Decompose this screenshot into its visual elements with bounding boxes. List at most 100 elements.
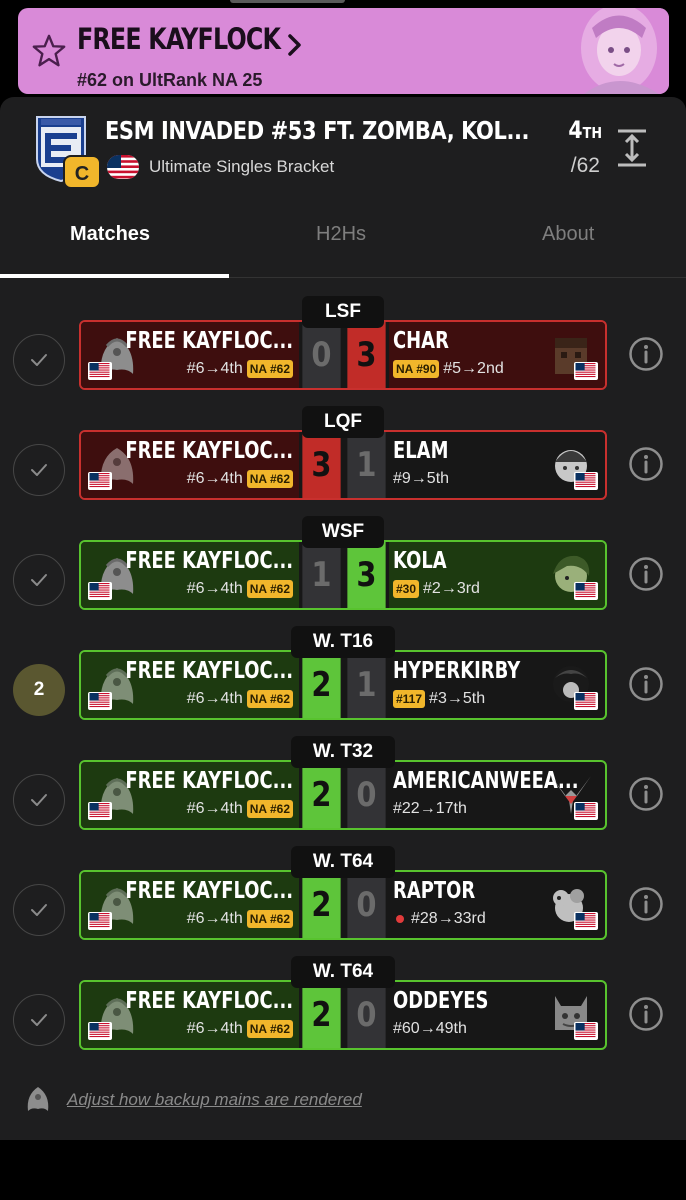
info-icon[interactable] — [628, 336, 664, 372]
info-icon[interactable] — [628, 996, 664, 1032]
round-label: LSF — [302, 296, 384, 328]
player-2-seed: #3→5th — [429, 690, 486, 707]
player-2-score: 3 — [347, 322, 386, 388]
player-2-seed: #2→3rd — [423, 580, 480, 597]
match-box[interactable]: FREE KAYFLOC... #6→4th NA #62 2 0 AMERICANWEE… — [79, 760, 607, 830]
player-2-slot[interactable]: AMERICANWEEA... #22→17th — [389, 762, 605, 828]
info-icon[interactable] — [628, 446, 664, 482]
player-2-slot[interactable]: RAPTOR #28→33rd — [389, 872, 605, 938]
us-flag-icon — [574, 802, 598, 820]
player-1-slot[interactable]: FREE KAYFLOC... #6→4th NA #62 — [81, 432, 299, 498]
expand-icon[interactable] — [615, 128, 649, 168]
rank-badge: #30 — [393, 580, 420, 598]
player-2-seed-row: #22→17th — [393, 800, 467, 818]
match-box[interactable]: FREE KAYFLOC... #6→4th NA #62 2 1 HYPERKIRBY #… — [79, 650, 607, 720]
player-2-seed: #9→5th — [393, 470, 450, 487]
player-2-slot[interactable]: CHAR NA #90 #5→2nd — [389, 322, 605, 388]
player-1-score: 2 — [302, 982, 341, 1048]
rank-badge: NA #62 — [246, 580, 293, 598]
player-2-name: KOLA — [393, 548, 447, 574]
player-1-score: 0 — [302, 322, 341, 388]
player-2-slot[interactable]: ELAM #9→5th — [389, 432, 605, 498]
player-1-seed: #6→4th — [186, 360, 243, 377]
us-flag-icon — [107, 155, 139, 179]
round-label: LQF — [302, 406, 384, 438]
character-silhouette-icon — [27, 1087, 49, 1111]
match-row[interactable]: LSF FREE KAYFLOC... #6→4th NA #62 0 3 CHAR NA #… — [0, 296, 686, 406]
match-box[interactable]: FREE KAYFLOC... #6→4th NA #62 1 3 KOLA #30 #2→3… — [79, 540, 607, 610]
player-1-seed-row: #6→4th NA #62 — [187, 690, 293, 708]
star-icon[interactable] — [30, 32, 68, 70]
event-subtitle: Ultimate Singles Bracket — [149, 157, 335, 176]
completed-check-icon — [13, 444, 65, 496]
player-1-slot[interactable]: FREE KAYFLOC... #6→4th NA #62 — [81, 982, 299, 1048]
player-1-name: FREE KAYFLOC... — [125, 328, 293, 354]
player-1-name: FREE KAYFLOC... — [125, 548, 293, 574]
info-icon[interactable] — [628, 776, 664, 812]
player-2-slot[interactable]: ODDEYES #60→49th — [389, 982, 605, 1048]
event-title: ESM INVADED #53 FT. ZOMBA, KOL... — [105, 116, 530, 145]
player-2-seed-row: #117 #3→5th — [393, 690, 485, 708]
round-label: WSF — [302, 516, 384, 548]
player-1-score: 3 — [302, 432, 341, 498]
player-1-slot[interactable]: FREE KAYFLOC... #6→4th NA #62 — [81, 652, 299, 718]
round-label: W. T16 — [291, 626, 395, 658]
player-1-seed: #6→4th — [186, 470, 243, 487]
player-2-seed-row: #60→49th — [393, 1020, 467, 1038]
placement: 4TH — [568, 116, 602, 144]
match-row[interactable]: 2 W. T16 FREE KAYFLOC... #6→4th NA #62 2 1 HYPE… — [0, 626, 686, 736]
match-row[interactable]: LQF FREE KAYFLOC... #6→4th NA #62 3 1 ELAM #9→5… — [0, 406, 686, 516]
player-2-seed: #22→17th — [393, 800, 467, 817]
player-1-seed-row: #6→4th NA #62 — [187, 1020, 293, 1038]
tier-badge: C — [63, 155, 101, 189]
player-2-seed-row: #30 #2→3rd — [393, 580, 480, 598]
info-icon[interactable] — [628, 556, 664, 592]
player-1-slot[interactable]: FREE KAYFLOC... #6→4th NA #62 — [81, 322, 299, 388]
player-1-slot[interactable]: FREE KAYFLOC... #6→4th NA #62 — [81, 542, 299, 608]
us-flag-icon — [574, 362, 598, 380]
player-2-seed: #60→49th — [393, 1020, 467, 1037]
player-banner[interactable]: FREE KAYFLOCK #62 on UltRank NA 25 — [18, 8, 669, 94]
player-1-seed: #6→4th — [186, 690, 243, 707]
player-2-score: 3 — [347, 542, 386, 608]
player-1-name: FREE KAYFLOC... — [125, 438, 293, 464]
match-box[interactable]: FREE KAYFLOC... #6→4th NA #62 2 0 RAPTOR #28→3… — [79, 870, 607, 940]
player-1-score: 2 — [302, 762, 341, 828]
player-1-slot[interactable]: FREE KAYFLOC... #6→4th NA #62 — [81, 762, 299, 828]
player-2-slot[interactable]: HYPERKIRBY #117 #3→5th — [389, 652, 605, 718]
us-flag-icon — [88, 362, 112, 380]
match-number-badge: 2 — [13, 664, 65, 716]
player-1-seed: #6→4th — [186, 580, 243, 597]
player-2-name: ELAM — [393, 438, 449, 464]
info-icon[interactable] — [628, 886, 664, 922]
info-icon[interactable] — [628, 666, 664, 702]
us-flag-icon — [88, 582, 112, 600]
tab-about[interactable]: About — [542, 223, 594, 246]
status-dot — [396, 915, 404, 923]
round-label: W. T64 — [291, 956, 395, 988]
us-flag-icon — [574, 692, 598, 710]
player-2-seed-row: #28→33rd — [393, 910, 486, 928]
player-2-slot[interactable]: KOLA #30 #2→3rd — [389, 542, 605, 608]
rank-badge: NA #90 — [393, 360, 440, 378]
backup-mains-link[interactable]: Adjust how backup mains are rendered — [67, 1090, 362, 1110]
player-1-seed-row: #6→4th NA #62 — [187, 800, 293, 818]
player-2-name: RAPTOR — [393, 878, 476, 904]
match-row[interactable]: W. T32 FREE KAYFLOC... #6→4th NA #62 2 0 AMERI… — [0, 736, 686, 846]
chevron-right-icon[interactable] — [284, 30, 306, 60]
player-1-slot[interactable]: FREE KAYFLOC... #6→4th NA #62 — [81, 872, 299, 938]
match-row[interactable]: W. T64 FREE KAYFLOC... #6→4th NA #62 2 0 ODDEY… — [0, 956, 686, 1066]
player-1-seed: #6→4th — [186, 1020, 243, 1037]
match-row[interactable]: WSF FREE KAYFLOC... #6→4th NA #62 1 3 KOLA #30 #… — [0, 516, 686, 626]
match-box[interactable]: FREE KAYFLOC... #6→4th NA #62 0 3 CHAR NA #90 #… — [79, 320, 607, 390]
player-2-name: CHAR — [393, 328, 449, 354]
player-2-seed: #5→2nd — [443, 360, 504, 377]
match-box[interactable]: FREE KAYFLOC... #6→4th NA #62 2 0 ODDEYES #60→… — [79, 980, 607, 1050]
player-2-seed-row: #9→5th — [393, 470, 449, 488]
tab-h2hs[interactable]: H2Hs — [316, 223, 366, 246]
player-1-seed-row: #6→4th NA #62 — [187, 910, 293, 928]
completed-check-icon — [13, 334, 65, 386]
match-box[interactable]: FREE KAYFLOC... #6→4th NA #62 3 1 ELAM #9→5th — [79, 430, 607, 500]
tab-matches[interactable]: Matches — [70, 223, 150, 246]
match-row[interactable]: W. T64 FREE KAYFLOC... #6→4th NA #62 2 0 RAPTO… — [0, 846, 686, 956]
